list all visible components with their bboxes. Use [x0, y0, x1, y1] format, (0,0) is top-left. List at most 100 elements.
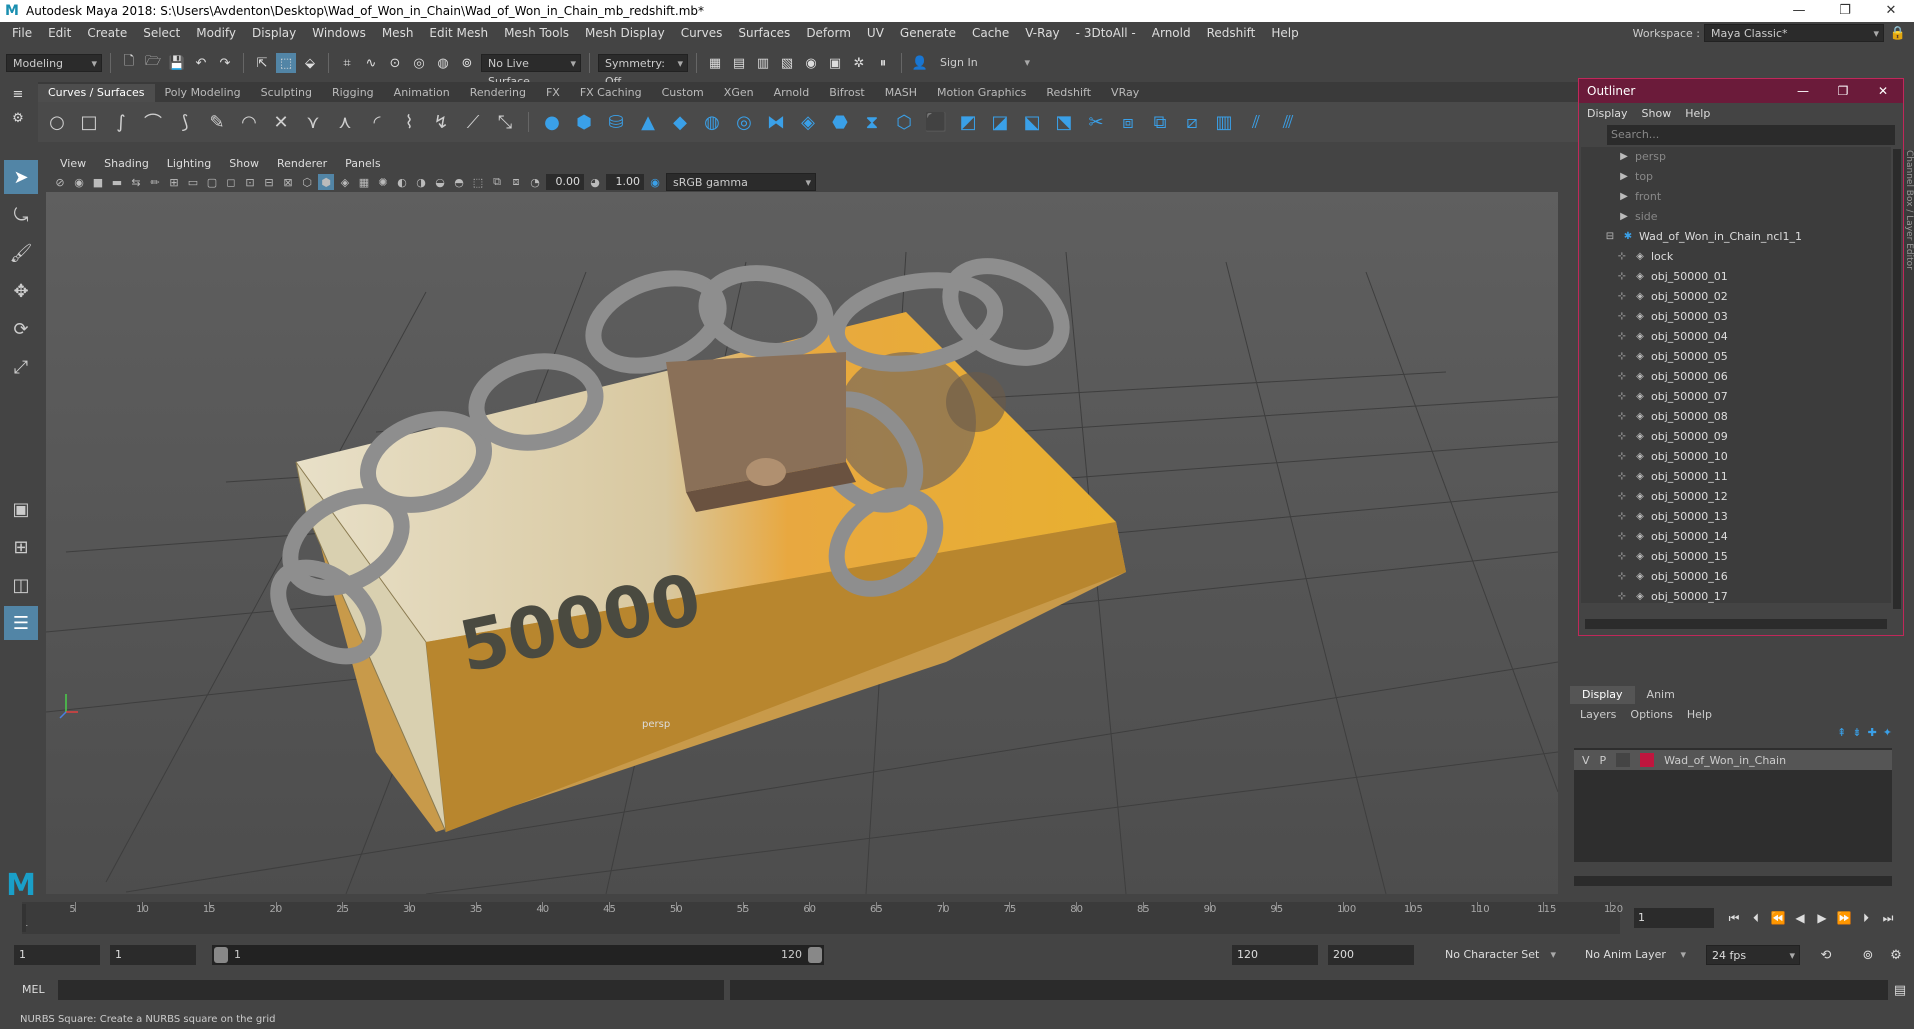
layer-tab-display[interactable]: Display	[1570, 686, 1635, 704]
extrude-icon[interactable]: ⬣	[827, 109, 853, 135]
outliner-item[interactable]: ⊹ ◈ obj_50000_11	[1581, 467, 1891, 487]
smooth-shade-icon[interactable]: ⬢	[318, 174, 334, 190]
curve-attach-icon[interactable]: ⋎	[300, 109, 326, 135]
nurbs-sphere-icon[interactable]: ●	[539, 109, 565, 135]
move-layer-up-icon[interactable]: ⇞	[1837, 726, 1846, 739]
light-editor-icon[interactable]: ✲	[849, 53, 869, 73]
nurbs-plane-icon[interactable]: ◆	[667, 109, 693, 135]
outliner-minimize-button[interactable]: —	[1783, 79, 1823, 103]
viewport-menu-renderer[interactable]: Renderer	[269, 157, 335, 170]
shelf-tab-rigging[interactable]: Rigging	[322, 84, 384, 102]
outliner-item[interactable]: ⊹ ◈ obj_50000_05	[1581, 347, 1891, 367]
film-gate-icon[interactable]: ▭	[185, 174, 201, 190]
layer-hscrollbar[interactable]	[1574, 876, 1892, 886]
outliner-item-side[interactable]: ▶ side	[1581, 207, 1891, 227]
menu-select[interactable]: Select	[135, 26, 188, 40]
side-by-side-icon[interactable]: ◫	[4, 568, 38, 602]
bevel-icon[interactable]: ◩	[955, 109, 981, 135]
symmetry-dropdown[interactable]: Symmetry: Off	[598, 54, 688, 88]
viewport-menu-show[interactable]: Show	[221, 157, 267, 170]
xray-icon[interactable]: ⧉	[489, 174, 505, 190]
layer-display-type[interactable]	[1616, 753, 1631, 767]
shelf-tab-mash[interactable]: MASH	[875, 84, 927, 102]
outliner-menu-show[interactable]: Show	[1642, 107, 1672, 120]
script-editor-icon[interactable]: ▤	[1890, 980, 1910, 1000]
field-chart-icon[interactable]: ⊡	[242, 174, 258, 190]
nurbs-cylinder-icon[interactable]: ⛁	[603, 109, 629, 135]
close-button[interactable]: ✕	[1868, 0, 1914, 22]
shelf-tab-bifrost[interactable]: Bifrost	[819, 84, 875, 102]
end-time-field[interactable]: 200	[1328, 945, 1414, 965]
layer-tab-anim[interactable]: Anim	[1635, 686, 1687, 704]
rotate-tool-icon[interactable]: ⟳	[4, 312, 38, 346]
mel-label[interactable]: MEL	[8, 980, 52, 1000]
shelf-tab-xgen[interactable]: XGen	[714, 84, 764, 102]
pencil-curve-icon[interactable]: ✎	[204, 109, 230, 135]
attach-surfaces-icon[interactable]: ⧉	[1147, 109, 1173, 135]
anim-layer-dropdown[interactable]: No Anim Layer	[1580, 945, 1690, 965]
gamma-icon[interactable]: ◕	[587, 174, 603, 190]
undo-icon[interactable]: ↶	[191, 53, 211, 73]
curve-fillet-icon[interactable]: ↯	[428, 109, 454, 135]
step-forward-key-icon[interactable]: ⏩	[1836, 908, 1852, 928]
playback-end-field[interactable]: 120	[1232, 945, 1318, 965]
layer-playback-toggle[interactable]: P	[1600, 754, 1607, 767]
loft-icon[interactable]: ⧓	[763, 109, 789, 135]
menu-file[interactable]: File	[4, 26, 40, 40]
snap-surface-icon[interactable]: ◍	[433, 53, 453, 73]
snap-point-icon[interactable]: ⊙	[385, 53, 405, 73]
shadows-icon[interactable]: ◐	[394, 174, 410, 190]
project-curve-icon[interactable]: ⬔	[1051, 109, 1077, 135]
outliner-item[interactable]: ⊹ ◈ obj_50000_01	[1581, 267, 1891, 287]
four-view-icon[interactable]: ⊞	[4, 530, 38, 564]
playback-start-field[interactable]: 1	[110, 945, 196, 965]
menu-modify[interactable]: Modify	[188, 26, 244, 40]
fps-dropdown[interactable]: 24 fps	[1706, 945, 1800, 966]
shelf-tab-animation[interactable]: Animation	[384, 84, 460, 102]
wireframe-on-shaded-icon[interactable]: ◈	[337, 174, 353, 190]
move-layer-down-icon[interactable]: ⇟	[1852, 726, 1861, 739]
current-time-indicator[interactable]	[22, 904, 26, 932]
camera-attributes-icon[interactable]: ◉	[71, 174, 87, 190]
curve-detach-icon[interactable]: ⋏	[332, 109, 358, 135]
square-surface-icon[interactable]: ⬛	[923, 109, 949, 135]
select-component-icon[interactable]: ⬙	[300, 53, 320, 73]
shelf-tab-custom[interactable]: Custom	[652, 84, 714, 102]
color-management-icon[interactable]: ◉	[647, 174, 663, 190]
play-backward-icon[interactable]: ◀	[1792, 908, 1808, 928]
range-slider[interactable]: 1 120	[212, 945, 824, 965]
outliner-menu-help[interactable]: Help	[1685, 107, 1710, 120]
perspective-viewport[interactable]: 50000 persp	[46, 192, 1558, 894]
layer-row[interactable]: V P Wad_of_Won_in_Chain	[1574, 750, 1892, 770]
render-view-icon[interactable]: ▤	[729, 53, 749, 73]
camera-select-icon[interactable]: ⊘	[52, 174, 68, 190]
curve-project-icon[interactable]: ⤡	[492, 109, 518, 135]
curve-intersect-icon[interactable]: ✕	[268, 109, 294, 135]
auto-key-icon[interactable]: ⊚	[1858, 945, 1878, 965]
birail-icon[interactable]: ⧗	[859, 109, 885, 135]
bookmark-icon[interactable]: ■	[90, 174, 106, 190]
exposure-icon[interactable]: ◔	[527, 174, 543, 190]
viewport-menu-shading[interactable]: Shading	[96, 157, 157, 170]
menu-deform[interactable]: Deform	[798, 26, 859, 40]
snap-curve-icon[interactable]: ∿	[361, 53, 381, 73]
surface-intersect-icon[interactable]: ⬕	[1019, 109, 1045, 135]
open-close-surfaces-icon[interactable]: ▥	[1211, 109, 1237, 135]
outliner-search-input[interactable]: Search...	[1607, 125, 1895, 145]
step-forward-icon[interactable]: ⏵	[1858, 908, 1874, 928]
cv-curve-icon[interactable]: ∫	[108, 109, 134, 135]
shelf-tab-poly-modeling[interactable]: Poly Modeling	[155, 84, 251, 102]
menu-arnold[interactable]: Arnold	[1144, 26, 1199, 40]
safe-action-icon[interactable]: ⊟	[261, 174, 277, 190]
menu-edit[interactable]: Edit	[40, 26, 79, 40]
move-tool-icon[interactable]: ✥	[4, 274, 38, 308]
shelf-tab-rendering[interactable]: Rendering	[460, 84, 536, 102]
anti-aliasing-icon[interactable]: ◓	[451, 174, 467, 190]
scale-tool-icon[interactable]: ⤢	[4, 350, 38, 384]
outliner-item-front[interactable]: ▶ front	[1581, 187, 1891, 207]
viewport-menu-view[interactable]: View	[52, 157, 94, 170]
outliner-item-top[interactable]: ▶ top	[1581, 167, 1891, 187]
lock-icon[interactable]: 🔒	[1888, 23, 1908, 43]
nurbs-cube-icon[interactable]: ⬢	[571, 109, 597, 135]
outliner-item[interactable]: ⊹ ◈ obj_50000_07	[1581, 387, 1891, 407]
